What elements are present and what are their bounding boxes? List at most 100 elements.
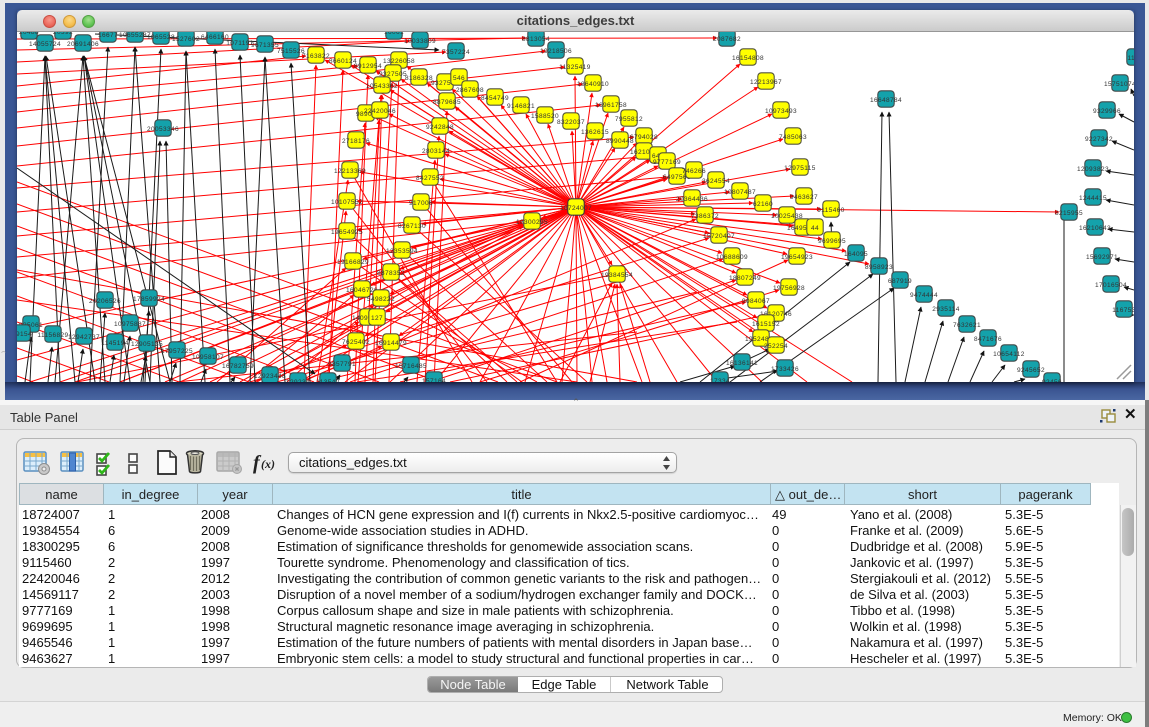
svg-text:8660124: 8660124 <box>329 58 357 65</box>
svg-text:62160: 62160 <box>753 201 773 208</box>
svg-text:1065528: 1065528 <box>147 34 175 41</box>
svg-text:11325419: 11325419 <box>559 64 591 71</box>
svg-text:252254: 252254 <box>764 343 788 350</box>
svg-text:164095: 164095 <box>844 251 868 258</box>
svg-text:687919: 687919 <box>888 278 912 285</box>
svg-text:9329966: 9329966 <box>1093 108 1121 115</box>
svg-text:18640910: 18640910 <box>577 81 609 88</box>
svg-text:9084067: 9084067 <box>742 298 770 305</box>
svg-text:9242848: 9242848 <box>426 124 454 131</box>
svg-text:1071191: 1071191 <box>226 40 254 47</box>
svg-text:19384554: 19384554 <box>601 272 633 279</box>
svg-text:8427552: 8427552 <box>416 175 444 182</box>
svg-text:17957225: 17957225 <box>161 348 193 355</box>
svg-text:8471676: 8471676 <box>974 336 1002 343</box>
svg-text:20691406: 20691406 <box>67 41 99 48</box>
svg-text:19654925: 19654925 <box>331 229 363 236</box>
svg-text:12942737: 12942737 <box>68 334 100 341</box>
svg-text:44: 44 <box>811 225 819 232</box>
svg-text:8878352: 8878352 <box>377 270 405 277</box>
svg-text:9245652: 9245652 <box>1017 367 1045 374</box>
svg-text:16677: 16677 <box>98 32 118 39</box>
svg-text:10107552: 10107552 <box>331 199 363 206</box>
svg-text:16961758: 16961758 <box>595 102 627 109</box>
svg-text:10975887: 10975887 <box>114 321 146 328</box>
svg-text:9699695: 9699695 <box>818 238 846 245</box>
svg-text:20053346: 20053346 <box>147 126 179 133</box>
svg-text:7632621: 7632621 <box>953 322 981 329</box>
svg-text:7485063: 7485063 <box>779 134 807 141</box>
svg-text:157164: 157164 <box>422 378 446 382</box>
svg-text:9671355: 9671355 <box>251 42 279 49</box>
svg-text:129234: 129234 <box>286 379 310 382</box>
svg-text:8215955: 8215955 <box>1055 210 1083 217</box>
svg-text:8267130: 8267130 <box>398 223 426 230</box>
svg-text:2087682: 2087682 <box>713 36 741 43</box>
svg-text:12213369: 12213369 <box>334 168 366 175</box>
svg-text:12213967: 12213967 <box>750 79 782 86</box>
svg-text:16154808: 16154808 <box>732 55 764 62</box>
svg-text:116753: 116753 <box>1112 307 1134 314</box>
svg-text:14055724: 14055724 <box>29 41 61 48</box>
svg-text:19756928: 19756928 <box>773 285 805 292</box>
svg-text:6794028: 6794028 <box>630 134 658 141</box>
svg-text:92456: 92456 <box>1042 379 1062 382</box>
svg-text:8958923: 8958923 <box>865 264 893 271</box>
svg-text:9463627: 9463627 <box>790 194 818 201</box>
svg-text:2867608: 2867608 <box>456 87 484 94</box>
svg-text:17016504: 17016504 <box>1095 282 1127 289</box>
svg-text:10973493: 10973493 <box>765 108 797 115</box>
svg-text:15692971: 15692971 <box>1086 254 1118 261</box>
svg-text:127: 127 <box>371 315 383 322</box>
svg-text:19218506: 19218506 <box>540 48 572 55</box>
svg-text:3624554: 3624554 <box>702 178 730 185</box>
svg-text:19166829: 19166829 <box>337 259 369 266</box>
svg-text:12353594: 12353594 <box>386 248 418 255</box>
svg-text:16782759: 16782759 <box>222 363 254 370</box>
svg-text:8813054: 8813054 <box>522 36 550 43</box>
svg-text:18724007: 18724007 <box>560 205 592 212</box>
svg-text:39154: 39154 <box>17 331 32 338</box>
svg-text:10958107: 10958107 <box>192 354 224 361</box>
svg-text:2803144: 2803144 <box>422 148 450 155</box>
svg-text:12905135: 12905135 <box>131 341 163 348</box>
svg-text:8879685: 8879685 <box>433 99 461 106</box>
svg-text:15716485: 15716485 <box>395 363 427 370</box>
svg-text:15720407: 15720407 <box>703 233 735 240</box>
svg-text:16210643: 16210643 <box>1079 225 1111 232</box>
svg-text:9227342: 9227342 <box>1085 136 1113 143</box>
svg-text:20392: 20392 <box>53 32 73 36</box>
svg-text:7357224: 7357224 <box>442 49 470 56</box>
svg-text:113542: 113542 <box>316 379 340 382</box>
svg-text:15751074: 15751074 <box>1104 81 1134 88</box>
svg-text:1588520: 1588520 <box>531 113 559 120</box>
svg-text:10807487: 10807487 <box>724 189 756 196</box>
svg-text:6466160: 6466160 <box>201 34 229 41</box>
svg-text:16061: 16061 <box>384 32 404 36</box>
svg-text:917006: 917006 <box>409 200 433 207</box>
svg-text:2718176: 2718176 <box>342 138 370 145</box>
svg-text:22420046: 22420046 <box>364 108 396 115</box>
svg-text:12975115: 12975115 <box>784 165 816 172</box>
svg-text:(x): (x) <box>261 457 275 471</box>
svg-text:1145194: 1145194 <box>101 340 129 347</box>
svg-text:12093823: 12093823 <box>1077 166 1109 173</box>
svg-text:9474444: 9474444 <box>910 292 938 299</box>
svg-text:18300295: 18300295 <box>516 219 548 226</box>
svg-text:20364436: 20364436 <box>676 196 708 203</box>
svg-text:17334: 17334 <box>710 378 730 382</box>
svg-text:1244415: 1244415 <box>1079 195 1107 202</box>
svg-text:10654112: 10654112 <box>993 351 1025 358</box>
svg-text:5498222: 5498222 <box>367 296 395 303</box>
svg-text:1112: 1112 <box>1127 55 1134 62</box>
svg-text:746266: 746266 <box>682 168 706 175</box>
svg-text:2935114: 2935114 <box>932 306 960 313</box>
svg-text:18807249: 18807249 <box>729 275 761 282</box>
svg-text:7515526: 7515526 <box>277 48 305 55</box>
svg-text:8912954: 8912954 <box>354 63 382 70</box>
svg-text:12923448: 12923448 <box>254 373 286 380</box>
svg-text:20206526: 20206526 <box>89 298 121 305</box>
svg-text:11156829: 11156829 <box>37 332 68 339</box>
svg-text:7163822: 7163822 <box>302 53 330 60</box>
svg-text:16648784: 16648784 <box>870 97 902 104</box>
